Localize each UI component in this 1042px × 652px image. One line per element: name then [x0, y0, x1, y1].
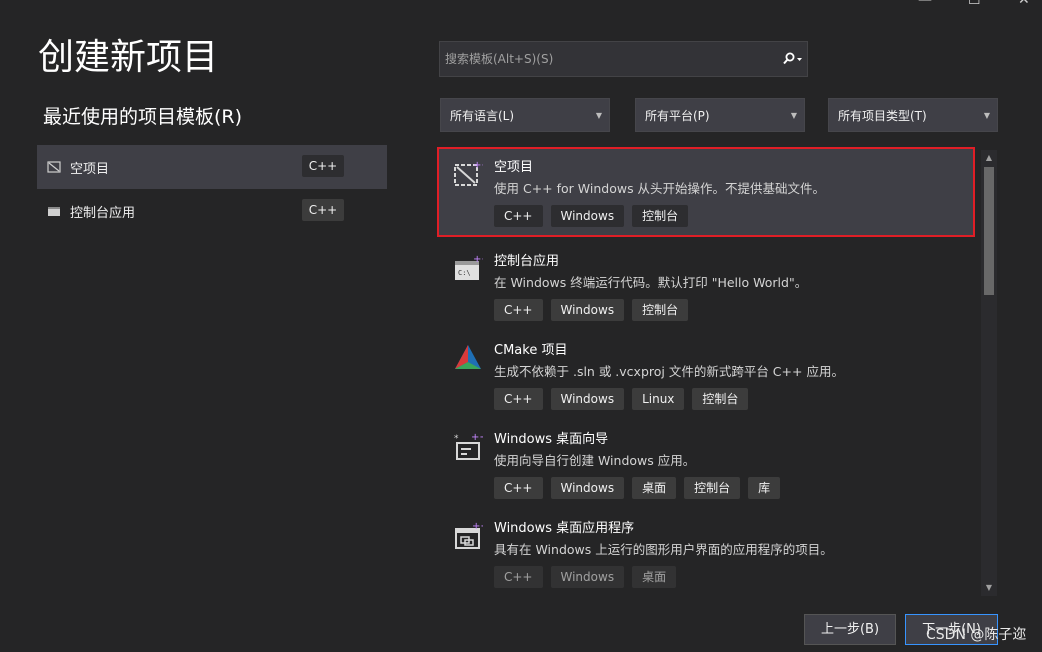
platform-filter-dropdown[interactable]: 所有平台(P) ▼ — [635, 98, 805, 132]
cmake-icon — [455, 345, 481, 369]
empty-project-icon: ++ — [454, 160, 483, 186]
template-empty-project[interactable]: ++ 空项目 使用 C++ for Windows 从头开始操作。不提供基础文件… — [437, 147, 975, 237]
recent-templates-heading: 最近使用的项目模板(R) — [43, 106, 243, 128]
project-type-filter-value: 所有项目类型(T) — [838, 108, 927, 123]
tag-language: C++ — [494, 205, 543, 227]
template-name: Windows 桌面应用程序 — [494, 521, 635, 536]
template-windows-desktop-app[interactable]: ++ Windows 桌面应用程序 具有在 Windows 上运行的图形用户界面… — [437, 508, 975, 594]
template-description: 在 Windows 终端运行代码。默认打印 "Hello World"。 — [494, 275, 808, 290]
watermark: CSDN @陈子迩 — [926, 627, 1027, 643]
tag-type: 控制台 — [684, 477, 741, 499]
template-cmake-project[interactable]: CMake 项目 生成不依赖于 .sln 或 .vcxproj 文件的新式跨平台… — [437, 330, 975, 420]
template-description: 使用 C++ for Windows 从头开始操作。不提供基础文件。 — [494, 181, 826, 196]
language-badge: C++ — [302, 199, 344, 221]
scroll-down-arrow-icon[interactable]: ▼ — [981, 580, 997, 596]
recent-item-label: 控制台应用 — [70, 205, 136, 221]
language-badge: C++ — [302, 155, 344, 177]
empty-project-icon — [47, 161, 61, 173]
scroll-up-arrow-icon[interactable]: ▲ — [981, 150, 997, 166]
chevron-down-icon: ▼ — [983, 110, 991, 120]
tag-platform: Linux — [632, 388, 685, 410]
template-console-app[interactable]: C:\ ++ 控制台应用 在 Windows 终端运行代码。默认打印 "Hell… — [437, 241, 975, 331]
tag-language: C++ — [494, 388, 543, 410]
template-list-scrollbar[interactable]: ▲ ▼ — [981, 150, 997, 596]
tag-language: C++ — [494, 566, 543, 588]
tag-platform: Windows — [550, 205, 625, 227]
template-windows-desktop-wizard[interactable]: * ++ Windows 桌面向导 使用向导自行创建 Windows 应用。 C… — [437, 419, 975, 509]
language-filter-dropdown[interactable]: 所有语言(L) ▼ — [440, 98, 610, 132]
tag-type: 库 — [748, 477, 781, 499]
language-filter-value: 所有语言(L) — [450, 108, 515, 123]
tag-platform: Windows — [550, 477, 625, 499]
svg-text:*: * — [454, 434, 459, 444]
console-app-icon — [48, 207, 60, 216]
search-icon — [783, 52, 802, 65]
template-name: 空项目 — [494, 160, 534, 175]
tag-type: 控制台 — [692, 388, 749, 410]
template-description: 具有在 Windows 上运行的图形用户界面的应用程序的项目。 — [494, 542, 833, 557]
template-search-box — [439, 41, 808, 77]
tag-platform: Windows — [550, 299, 625, 321]
console-app-icon: C:\ ++ — [455, 254, 483, 280]
svg-text:++: ++ — [472, 521, 483, 532]
svg-text:++: ++ — [471, 432, 483, 443]
tag-type: 控制台 — [632, 205, 689, 227]
svg-text:++: ++ — [473, 254, 483, 265]
template-name: Windows 桌面向导 — [494, 432, 609, 447]
tag-language: C++ — [494, 299, 543, 321]
recent-item-label: 空项目 — [70, 161, 110, 177]
tag-platform: Windows — [550, 566, 625, 588]
tag-language: C++ — [494, 477, 543, 499]
recent-item-empty-project[interactable]: 空项目 C++ — [37, 145, 387, 189]
template-description: 生成不依赖于 .sln 或 .vcxproj 文件的新式跨平台 C++ 应用。 — [494, 364, 844, 379]
template-name: 控制台应用 — [494, 254, 560, 269]
page-title: 创建新项目 — [38, 37, 219, 78]
tag-platform: Windows — [550, 388, 625, 410]
back-button[interactable]: 上一步(B) — [804, 614, 896, 645]
project-type-filter-dropdown[interactable]: 所有项目类型(T) ▼ — [828, 98, 998, 132]
svg-text:++: ++ — [473, 160, 483, 171]
minimize-icon[interactable]: — — [918, 0, 932, 8]
platform-filter-value: 所有平台(P) — [645, 108, 710, 123]
close-icon[interactable]: ✕ — [1018, 0, 1030, 8]
tag-type: 桌面 — [632, 477, 677, 499]
chevron-down-icon: ▼ — [790, 110, 798, 120]
tag-type: 控制台 — [632, 299, 689, 321]
template-description: 使用向导自行创建 Windows 应用。 — [494, 453, 696, 468]
recent-item-console-app[interactable]: 控制台应用 C++ — [37, 189, 387, 233]
scroll-thumb[interactable] — [984, 167, 994, 295]
search-input[interactable] — [440, 41, 777, 77]
maximize-icon[interactable]: ☐ — [968, 0, 981, 8]
tag-type: 桌面 — [632, 566, 677, 588]
template-name: CMake 项目 — [494, 343, 568, 358]
chevron-down-icon: ▼ — [595, 110, 603, 120]
search-button[interactable] — [777, 42, 807, 76]
wizard-icon: * ++ — [454, 432, 483, 460]
svg-text:C:\: C:\ — [458, 269, 471, 277]
desktop-app-icon: ++ — [455, 521, 483, 549]
